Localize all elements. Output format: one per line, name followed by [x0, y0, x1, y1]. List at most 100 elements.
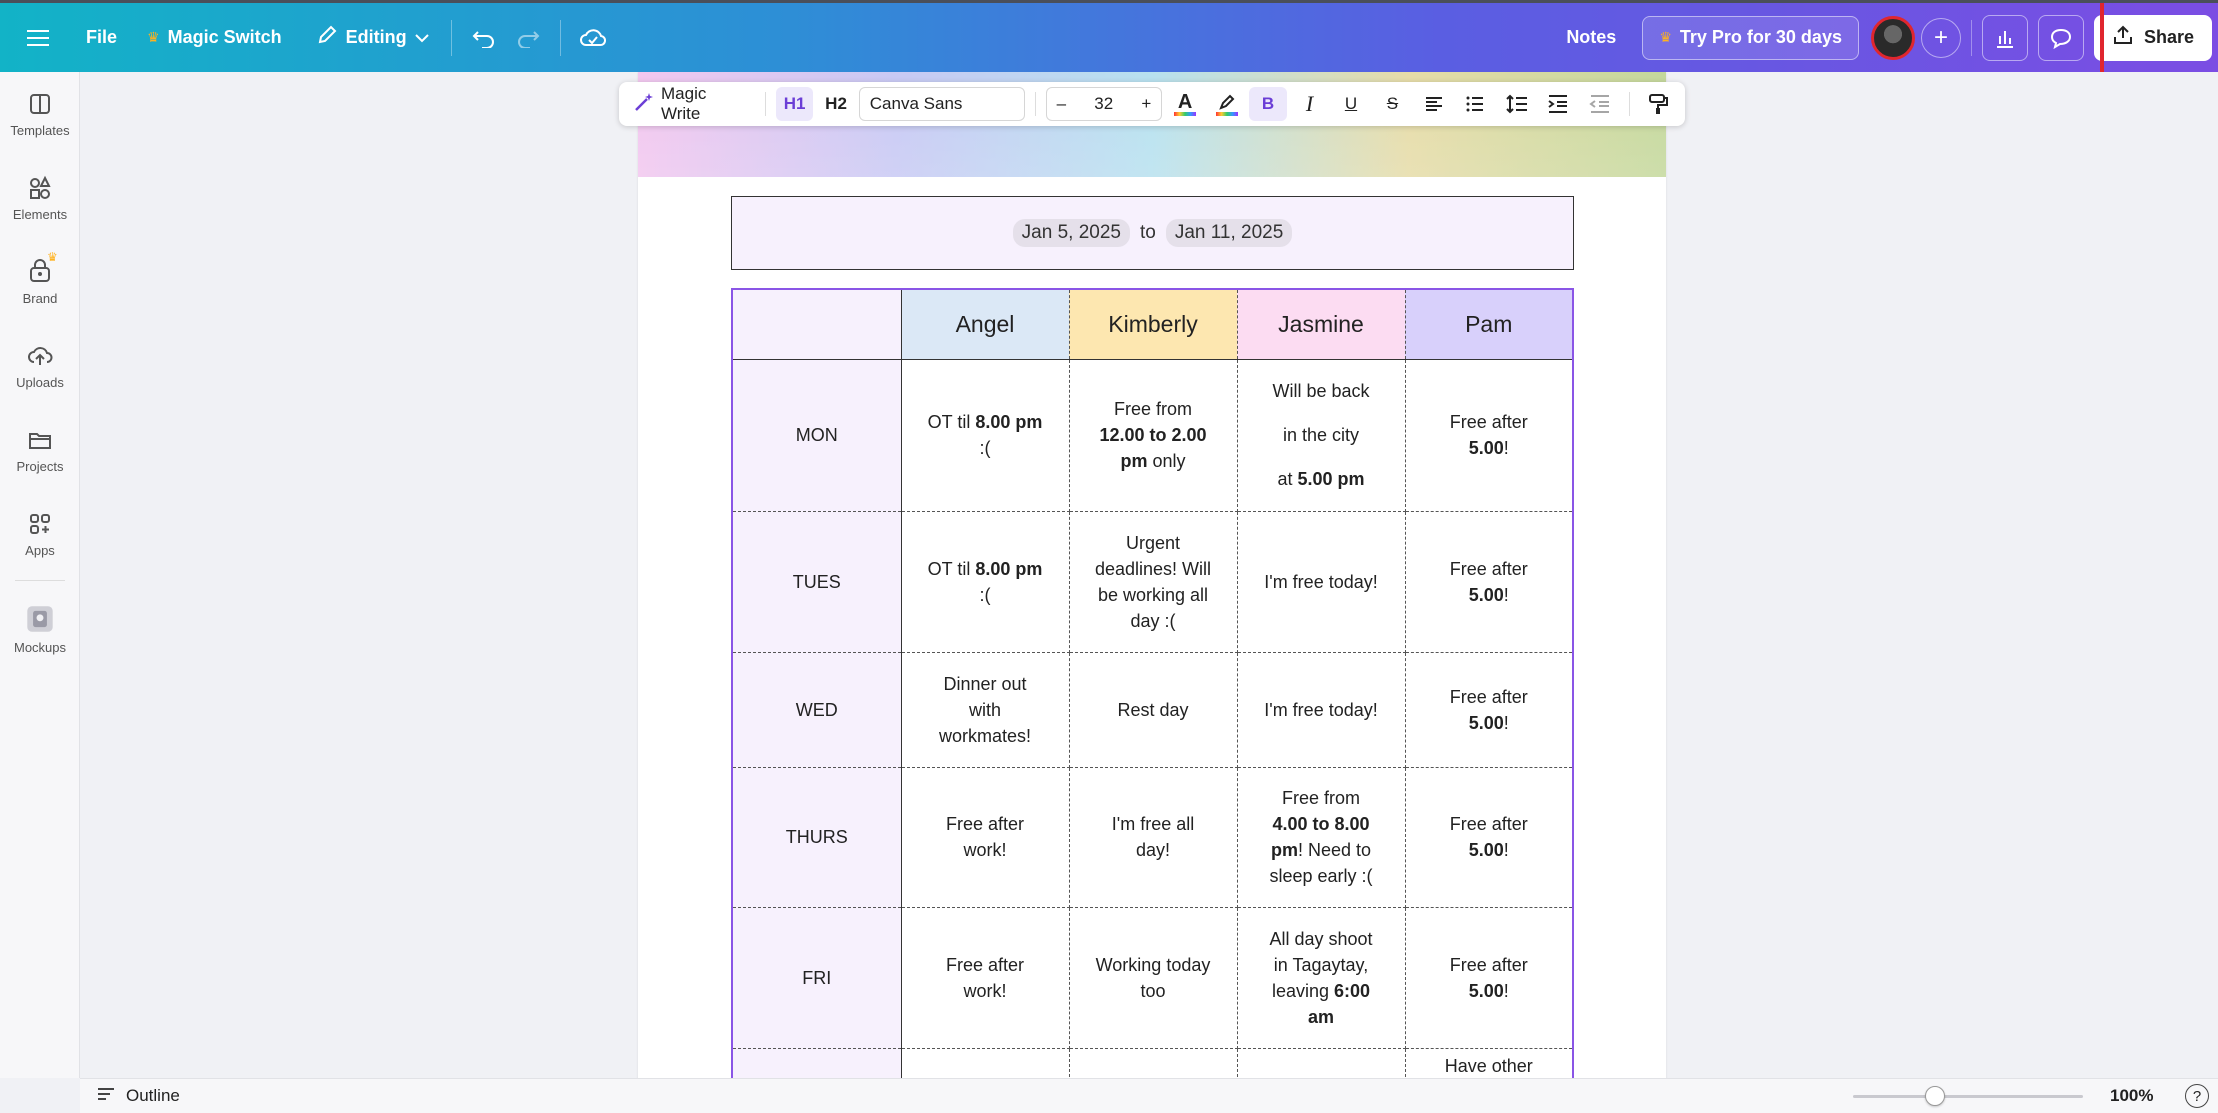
sidebar-item-mockups[interactable]: Mockups — [0, 581, 80, 677]
table-cell[interactable]: Free after5.00! — [1405, 907, 1573, 1048]
text-format-toolbar: Magic Write H1 H2 Canva Sans – 32 + A B … — [619, 82, 1685, 126]
sidebar-item-label: Apps — [25, 543, 55, 558]
column-header-pam[interactable]: Pam — [1405, 289, 1573, 359]
table-cell[interactable]: OT til 8.00 pm:( — [901, 511, 1069, 652]
crown-icon: ♛ — [147, 29, 160, 46]
table-cell[interactable]: Will be backin the cityat 5.00 pm — [1237, 359, 1405, 511]
cloud-saved-icon[interactable] — [571, 16, 615, 60]
table-cell[interactable]: Urgentdeadlines! Willbe working allday :… — [1069, 511, 1237, 652]
sidebar-item-brand[interactable]: ♛ Brand — [0, 240, 80, 324]
table-cell[interactable]: Free after5.00! — [1405, 511, 1573, 652]
editing-mode-dropdown[interactable]: Editing — [304, 16, 441, 60]
analytics-icon[interactable] — [1982, 15, 2028, 61]
sidebar-item-projects[interactable]: Projects — [0, 408, 80, 492]
column-header-kimberly[interactable]: Kimberly — [1069, 289, 1237, 359]
day-label[interactable]: THURS — [732, 767, 901, 907]
strikethrough-icon[interactable]: S — [1374, 87, 1411, 121]
day-label[interactable]: MON — [732, 359, 901, 511]
divider — [1971, 20, 1972, 56]
increase-size-button[interactable]: + — [1141, 94, 1151, 114]
column-header-jasmine[interactable]: Jasmine — [1237, 289, 1405, 359]
sidebar-item-apps[interactable]: Apps — [0, 492, 80, 576]
heading-2-button[interactable]: H2 — [817, 87, 854, 121]
table-cell[interactable]: Free after5.00! — [1405, 359, 1573, 511]
corner-cell — [732, 289, 901, 359]
sidebar-item-templates[interactable]: Templates — [0, 72, 80, 156]
outline-toggle[interactable]: Outline — [96, 1086, 180, 1107]
redo-icon[interactable] — [506, 16, 550, 60]
table-cell[interactable]: Free after5.00! — [1405, 652, 1573, 767]
menu-icon[interactable] — [16, 16, 60, 60]
magic-write-button[interactable]: Magic Write — [627, 84, 755, 124]
editing-label: Editing — [346, 27, 407, 48]
font-size-stepper[interactable]: – 32 + — [1046, 87, 1163, 121]
h2-label: H2 — [825, 94, 847, 114]
day-label[interactable] — [732, 1048, 901, 1078]
undo-icon[interactable] — [462, 16, 506, 60]
decrease-size-button[interactable]: – — [1057, 94, 1066, 114]
sidebar-item-label: Elements — [13, 207, 67, 222]
outline-label: Outline — [126, 1086, 180, 1106]
date-to[interactable]: Jan 11, 2025 — [1166, 219, 1292, 247]
table-cell[interactable]: I'm free allday! — [1069, 767, 1237, 907]
schedule-table[interactable]: Angel Kimberly Jasmine Pam MON OT til 8.… — [731, 288, 1574, 1078]
font-size-value[interactable]: 32 — [1094, 94, 1113, 114]
zoom-slider-track[interactable] — [1853, 1095, 2083, 1098]
share-button[interactable]: Share — [2094, 15, 2212, 61]
heading-1-button[interactable]: H1 — [776, 87, 813, 121]
zoom-slider-handle[interactable] — [1925, 1086, 1945, 1106]
day-label[interactable]: WED — [732, 652, 901, 767]
bulleted-list-icon[interactable] — [1457, 87, 1494, 121]
italic-icon[interactable]: I — [1291, 87, 1328, 121]
table-cell[interactable]: Free afterwork! — [901, 767, 1069, 907]
copy-style-icon[interactable] — [1640, 87, 1677, 121]
date-from[interactable]: Jan 5, 2025 — [1013, 219, 1130, 247]
table-cell[interactable]: Working todaytoo — [1069, 907, 1237, 1048]
day-label[interactable]: FRI — [732, 907, 901, 1048]
day-label[interactable]: TUES — [732, 511, 901, 652]
indent-icon[interactable] — [1540, 87, 1577, 121]
underline-icon[interactable]: U — [1332, 87, 1369, 121]
notes-button[interactable]: Notes — [1554, 16, 1628, 60]
file-menu[interactable]: File — [74, 16, 129, 60]
table-cell[interactable]: Free after5.00! — [1405, 767, 1573, 907]
table-cell[interactable]: Rest day — [1069, 652, 1237, 767]
table-cell[interactable]: Have other — [1405, 1048, 1573, 1078]
document-page[interactable]: Jan 5, 2025 to Jan 11, 2025 Angel Kimber… — [638, 72, 1666, 1078]
font-family-select[interactable]: Canva Sans — [859, 87, 1025, 121]
highlight-color-icon[interactable] — [1208, 87, 1245, 121]
avatar[interactable] — [1871, 16, 1915, 60]
try-pro-button[interactable]: ♛ Try Pro for 30 days — [1642, 16, 1859, 60]
table-cell[interactable] — [1069, 1048, 1237, 1078]
bold-icon[interactable]: B — [1249, 87, 1286, 121]
table-cell[interactable] — [901, 1048, 1069, 1078]
chevron-down-icon — [415, 27, 429, 48]
table-cell[interactable] — [1237, 1048, 1405, 1078]
line-spacing-icon[interactable] — [1498, 87, 1535, 121]
align-left-icon[interactable] — [1415, 87, 1452, 121]
table-cell[interactable]: All day shootin Tagaytay,leaving 6:00am — [1237, 907, 1405, 1048]
top-bar: File ♛ Magic Switch Editing Notes ♛ Try … — [0, 0, 2218, 72]
zoom-level[interactable]: 100% — [2110, 1086, 2153, 1106]
text-color-icon[interactable]: A — [1166, 87, 1203, 121]
sidebar-item-uploads[interactable]: Uploads — [0, 324, 80, 408]
table-cell[interactable]: Free afterwork! — [901, 907, 1069, 1048]
comment-icon[interactable] — [2038, 15, 2084, 61]
add-collaborator-icon[interactable]: + — [1921, 18, 1961, 58]
table-cell[interactable]: I'm free today! — [1237, 652, 1405, 767]
magic-switch-button[interactable]: ♛ Magic Switch — [135, 16, 294, 60]
outdent-icon[interactable] — [1581, 87, 1618, 121]
table-cell[interactable]: Free from12.00 to 2.00pm only — [1069, 359, 1237, 511]
table-cell[interactable]: I'm free today! — [1237, 511, 1405, 652]
column-header-angel[interactable]: Angel — [901, 289, 1069, 359]
table-cell[interactable]: OT til 8.00 pm:( — [901, 359, 1069, 511]
crown-icon: ♛ — [1659, 29, 1672, 46]
sidebar-item-elements[interactable]: Elements — [0, 156, 80, 240]
templates-icon — [27, 91, 53, 117]
help-icon[interactable]: ? — [2185, 1084, 2209, 1108]
table-row: FRI Free afterwork! Working todaytoo All… — [732, 907, 1573, 1048]
table-cell[interactable]: Free from4.00 to 8.00pm! Need tosleep ea… — [1237, 767, 1405, 907]
table-row: THURS Free afterwork! I'm free allday! F… — [732, 767, 1573, 907]
date-range-box[interactable]: Jan 5, 2025 to Jan 11, 2025 — [731, 196, 1574, 270]
table-cell[interactable]: Dinner outwithworkmates! — [901, 652, 1069, 767]
